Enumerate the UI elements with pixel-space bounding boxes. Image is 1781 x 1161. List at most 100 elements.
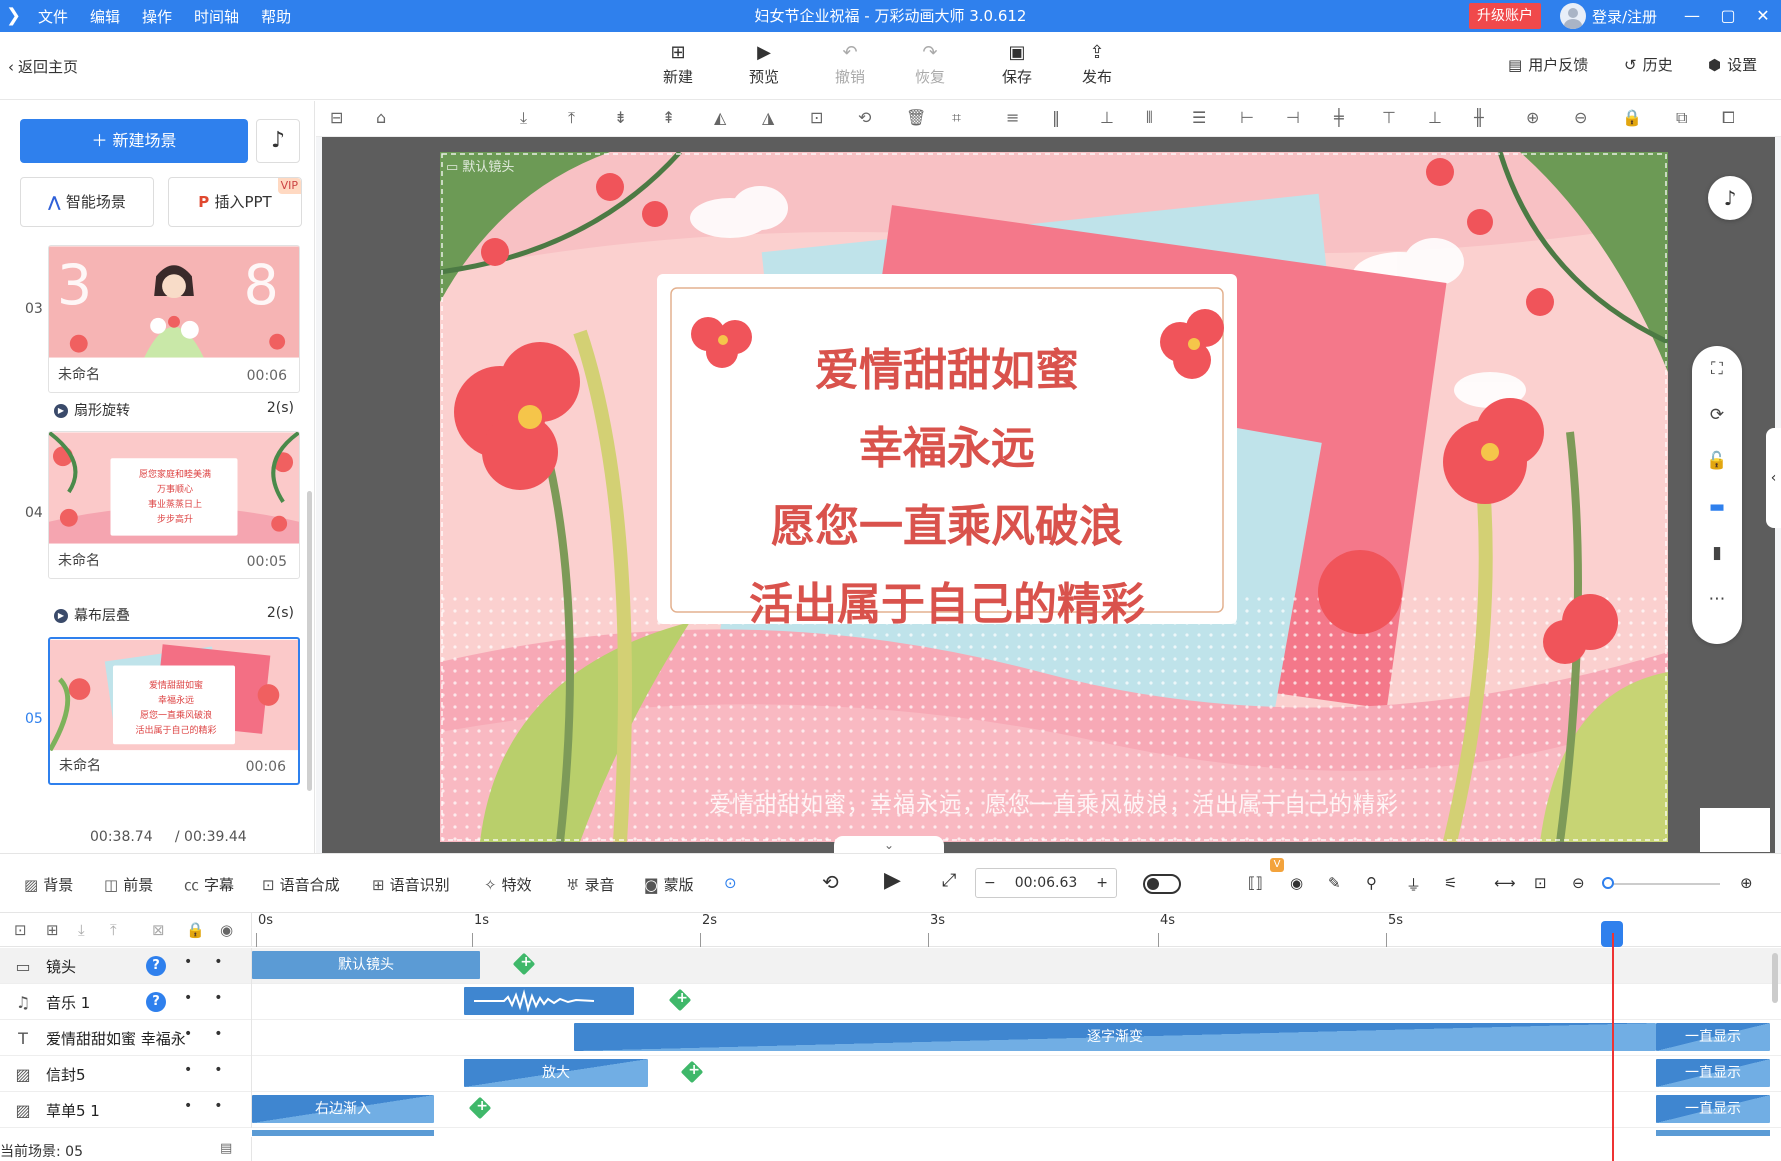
track-options[interactable]: •• (184, 990, 245, 1006)
eye-icon[interactable]: ◉ (220, 921, 233, 939)
move-bottom-icon[interactable]: ⇟ (614, 108, 627, 127)
new-button[interactable]: ⊞ 新建 (648, 40, 708, 87)
camera-snapshot-icon[interactable]: ◉ (1290, 874, 1303, 892)
move-top-icon[interactable]: ⇞ (662, 108, 675, 127)
add-keyframe-icon[interactable] (680, 1060, 704, 1084)
timeline-clip[interactable]: 一直显示 (1656, 1059, 1770, 1087)
zoom-in-icon[interactable]: ⊕ (1526, 108, 1539, 127)
scene-card-04[interactable]: 愿您家庭和睦美满 万事顺心 事业蒸蒸日上 步步高升 未命名 00:05 (48, 431, 300, 579)
settings-button[interactable]: ⬢ 设置 (1708, 54, 1757, 75)
align-left-icon[interactable]: ⊢ (1240, 108, 1254, 127)
minimize-icon[interactable]: — (1674, 0, 1710, 32)
pin-icon[interactable]: ⚲ (1366, 874, 1377, 892)
track-row-camera[interactable]: ▭ 镜头 ? •• 默认镜头 (0, 948, 1781, 984)
crop-icon[interactable]: ⌗ (952, 108, 961, 128)
music-icon[interactable]: ♪ (256, 119, 300, 163)
unlock-icon[interactable]: 🔓 (1692, 438, 1742, 484)
track-options[interactable]: •• (184, 1062, 245, 1078)
timeline-clip[interactable]: 一直显示 (1656, 1095, 1770, 1123)
more-icon[interactable]: ⋯ (1692, 576, 1742, 622)
add-keyframe-icon[interactable] (668, 988, 692, 1012)
align-middle-icon[interactable]: ‖ (1052, 108, 1060, 127)
undo-button[interactable]: ↶ 撤销 (820, 40, 880, 87)
group-icon[interactable]: ⟦⟧ (1248, 874, 1263, 892)
add-keyframe-icon[interactable] (512, 952, 536, 976)
layer-up-icon[interactable]: ⤒ (568, 108, 575, 128)
upgrade-button[interactable]: 升级账户 (1469, 3, 1541, 29)
menu-operate[interactable]: 操作 (142, 6, 172, 27)
track-row-envelope[interactable]: ▨ 信封5 •• 放大 一直显示 (0, 1056, 1781, 1092)
audio-clip[interactable] (464, 987, 634, 1015)
minus-icon[interactable]: − (984, 875, 996, 891)
align-bottom-icon[interactable]: ⊥ (1100, 108, 1114, 127)
track-row-text[interactable]: T 爱情甜甜如蜜 幸福永 •• 逐字渐变 一直显示 (0, 1020, 1781, 1056)
help-icon[interactable]: ? (146, 992, 166, 1012)
effects-button[interactable]: ✧ 特效 (484, 874, 532, 895)
smart-scene-button[interactable]: ⋀ 智能场景 (20, 177, 154, 227)
paste-icon[interactable]: ⧠ (1722, 108, 1735, 128)
timeline-clip[interactable]: 默认镜头 (252, 951, 480, 979)
add-folder-icon[interactable]: ⊡ (14, 921, 27, 939)
move-up-icon[interactable]: ⤒ (110, 921, 117, 939)
track-options[interactable]: •• (184, 1098, 245, 1114)
tts-button[interactable]: ⊡ 语音合成 (262, 874, 340, 895)
play-icon[interactable]: ▶ (884, 868, 901, 893)
caption-button[interactable]: ㏄字幕 (184, 874, 234, 895)
timeline-clip[interactable]: 放大 (464, 1059, 648, 1087)
home-icon[interactable]: ⌂ (376, 108, 386, 127)
lock-icon[interactable]: ⊡ (810, 108, 823, 127)
track-options[interactable]: •• (184, 954, 245, 970)
subtitle-text[interactable]: 爱情甜甜如蜜，幸福永远，愿您一直乘风破浪，活出属于自己的精彩 (440, 787, 1668, 819)
rotate-stage-icon[interactable]: ⟳ (1692, 392, 1742, 438)
ruler-icon[interactable]: ⊟ (330, 108, 343, 127)
foreground-button[interactable]: ◫ 前景 (104, 874, 153, 895)
menu-help[interactable]: 帮助 (261, 6, 291, 27)
menu-timeline[interactable]: 时间轴 (194, 6, 239, 27)
scene-card-05[interactable]: 爱情甜甜如蜜 幸福永远 愿您一直乘风破浪 活出属于自己的精彩 未命名 00:06 (48, 637, 300, 785)
timeline-clip-partial[interactable] (1656, 1130, 1770, 1136)
track-row-music[interactable]: ♫ 音乐 1 ? •• (0, 984, 1781, 1020)
align-bottom-edge-icon[interactable]: ⊥ (1428, 108, 1442, 127)
mask-button[interactable]: ◙ 蒙版 (644, 874, 694, 895)
menu-file[interactable]: 文件 (38, 6, 68, 27)
save-button[interactable]: ▣ 保存 (987, 40, 1047, 87)
asr-button[interactable]: ⊞ 语音识别 (372, 874, 450, 895)
zoom-slider-track[interactable] (1608, 883, 1720, 885)
sliders-icon[interactable]: ⚟ (1444, 874, 1457, 892)
maximize-icon[interactable]: ▢ (1710, 0, 1746, 32)
insert-ppt-button[interactable]: P 插入PPT VIP (168, 177, 302, 227)
chevron-down-icon[interactable]: ⌄ (834, 836, 944, 854)
menu-edit[interactable]: 编辑 (90, 6, 120, 27)
phone-icon[interactable]: ▮ (1692, 530, 1742, 576)
zoom-in-timeline-icon[interactable]: ⊕ (1740, 874, 1753, 892)
align-top-edge-icon[interactable]: ⊤ (1382, 108, 1396, 127)
timeline-scrollbar[interactable] (1772, 953, 1778, 1003)
flip-horizontal-icon[interactable]: ◭ (714, 108, 726, 127)
edit-icon[interactable]: ✎ (1328, 874, 1341, 892)
track-options[interactable]: •• (184, 1026, 245, 1042)
fit-screen-icon[interactable]: ⛶ (1692, 346, 1742, 392)
filter-icon[interactable]: ⏚ (1406, 874, 1421, 895)
align-center-icon[interactable]: ╪ (1334, 108, 1344, 127)
add-layer-icon[interactable]: ⊞ (46, 921, 59, 939)
transition-item[interactable]: ▶ 扇形旋转 2(s) (54, 400, 294, 420)
layer-down-icon[interactable]: ⤓ (520, 108, 527, 128)
current-time[interactable]: 00:06.63 (1015, 875, 1078, 891)
new-scene-button[interactable]: ＋ 新建场景 (20, 119, 248, 163)
timeline-clip[interactable]: 一直显示 (1656, 1023, 1770, 1051)
close-icon[interactable]: ✕ (1745, 0, 1781, 32)
align-right-icon[interactable]: ⊣ (1286, 108, 1300, 127)
zoom-out-icon[interactable]: ⊖ (1574, 108, 1587, 127)
timeline-clip[interactable]: 右边渐入 (252, 1095, 434, 1123)
more-tools-icon[interactable]: ⊙ (724, 874, 737, 892)
scene-card-03[interactable]: 3 8 未命名 00:06 (48, 245, 300, 393)
monitor-icon[interactable]: ▬ (1692, 484, 1742, 530)
music-note-icon[interactable]: ♪ (1708, 176, 1752, 220)
thumbnail-preview[interactable] (1700, 808, 1770, 852)
help-icon[interactable]: ? (146, 956, 166, 976)
one-to-one-icon[interactable]: ⊡ (1534, 874, 1547, 892)
flip-vertical-icon[interactable]: ◮ (762, 108, 774, 127)
track-row-grass[interactable]: ▨ 草单5 1 •• 右边渐入 一直显示 (0, 1092, 1781, 1128)
distribute-v-icon[interactable]: ☰ (1192, 108, 1206, 127)
align-top-icon[interactable]: ≡ (1006, 108, 1019, 127)
